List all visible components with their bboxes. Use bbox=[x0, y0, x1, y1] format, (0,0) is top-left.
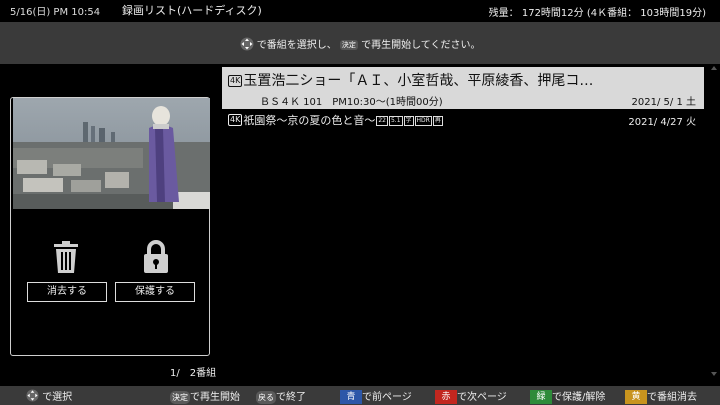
hint-green: 緑で保護/解除 bbox=[530, 388, 605, 404]
enter-key-icon: 決定 bbox=[170, 390, 190, 404]
page-title: 録画リスト(ハードディスク) bbox=[122, 4, 262, 17]
instruction-part2: で再生開始してください。 bbox=[361, 40, 481, 51]
list-item[interactable]: 4K 玉置浩二ショー「ＡＩ、小室哲哉、平原綾香、押尾コ… ＢＳ４Ｋ 101 PM1… bbox=[222, 67, 704, 109]
hint-yellow: 黄で番組消去 bbox=[625, 388, 697, 404]
top-bar: 5/16(日) PM 10:54 録画リスト(ハードディスク) 残量： 172時… bbox=[0, 0, 720, 22]
mark-icon: HDR bbox=[414, 116, 432, 126]
hint-red: 赤で次ページ bbox=[435, 388, 507, 404]
instruction-text: で番組を選択し、 決定 で再生開始してください。 bbox=[0, 36, 720, 54]
hint-select: で選択 bbox=[26, 388, 72, 405]
hint-play: 決定 で再生開始 bbox=[170, 390, 240, 404]
mark-icon: 再 bbox=[432, 116, 443, 126]
instruction-part1: で番組を選択し、 bbox=[256, 40, 337, 51]
mark-icon: 5.1 bbox=[388, 116, 403, 126]
dpad-icon bbox=[240, 37, 254, 54]
4k-badge: 4K bbox=[228, 75, 243, 87]
red-key-icon: 赤 bbox=[435, 390, 457, 404]
hint-blue: 青で前ページ bbox=[340, 388, 412, 404]
item-title: 4K 祇園祭～京の夏の色と音～ 22 5.1 字 HDR 再 bbox=[228, 114, 443, 127]
trash-icon bbox=[53, 240, 79, 278]
item-date: 2021/ 5/ 1 土 bbox=[631, 97, 696, 108]
lock-icon bbox=[142, 240, 170, 278]
delete-button[interactable]: 消去する bbox=[27, 282, 107, 302]
preview-thumbnail bbox=[13, 98, 210, 209]
item-channel-time: ＢＳ４Ｋ 101 PM10:30～(1時間00分) bbox=[260, 97, 443, 108]
green-key-icon: 緑 bbox=[530, 390, 552, 404]
mark-icon: 22 bbox=[376, 116, 388, 126]
back-key-icon: 戻る bbox=[256, 390, 276, 404]
item-title: 4K 玉置浩二ショー「ＡＩ、小室哲哉、平原綾香、押尾コ… bbox=[228, 73, 594, 89]
scrollbar[interactable] bbox=[711, 66, 717, 376]
bottom-bar: で選択 決定 で再生開始 戻る で終了 青で前ページ 赤で次ページ 緑で保護/解除 … bbox=[0, 386, 720, 405]
dpad-icon bbox=[26, 389, 39, 405]
protect-button[interactable]: 保護する bbox=[115, 282, 195, 302]
instruction-bar: で番組を選択し、 決定 で再生開始してください。 bbox=[0, 22, 720, 64]
mark-icon: 字 bbox=[403, 116, 414, 126]
item-date: 2021/ 4/27 火 bbox=[628, 117, 696, 128]
clock: 5/16(日) PM 10:54 bbox=[10, 7, 101, 18]
yellow-key-icon: 黄 bbox=[625, 390, 647, 404]
recording-list: 4K 玉置浩二ショー「ＡＩ、小室哲哉、平原綾香、押尾コ… ＢＳ４Ｋ 101 PM1… bbox=[222, 67, 704, 129]
list-item[interactable]: 4K 祇園祭～京の夏の色と音～ 22 5.1 字 HDR 再 2021/ 4/27 火 bbox=[222, 109, 704, 129]
enter-key-icon: 決定 bbox=[339, 40, 358, 50]
program-count: 1/ 2番組 bbox=[170, 368, 217, 379]
hint-back: 戻る で終了 bbox=[256, 390, 306, 404]
remaining-capacity: 残量： 172時間12分 (4Ｋ番組： 103時間19分) bbox=[488, 8, 706, 19]
4k-badge: 4K bbox=[228, 114, 243, 126]
blue-key-icon: 青 bbox=[340, 390, 362, 404]
